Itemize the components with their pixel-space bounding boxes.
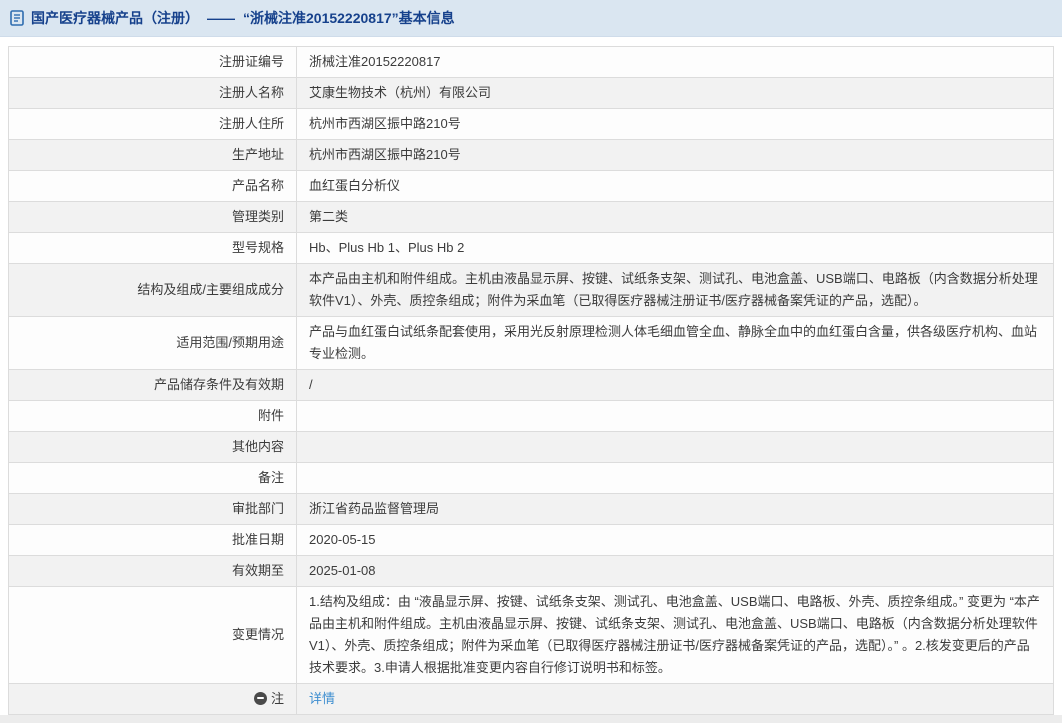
page-header: 国产医疗器械产品（注册） —— “浙械注准20152220817”基本信息 — [0, 0, 1062, 37]
row-label: 审批部门 — [9, 494, 297, 525]
table-row: 结构及组成/主要组成成分本产品由主机和附件组成。主机由液晶显示屏、按键、试纸条支… — [9, 264, 1054, 317]
row-value: 血红蛋白分析仪 — [297, 171, 1054, 202]
title-separator: —— — [207, 10, 235, 26]
row-value: 详情 — [297, 684, 1054, 715]
page-title-left: 国产医疗器械产品（注册） — [31, 10, 199, 26]
table-row: 其他内容 — [9, 432, 1054, 463]
row-value: 杭州市西湖区振中路210号 — [297, 140, 1054, 171]
table-row: 变更情况1.结构及组成：由 “液晶显示屏、按键、试纸条支架、测试孔、电池盒盖、U… — [9, 587, 1054, 684]
row-value: 本产品由主机和附件组成。主机由液晶显示屏、按键、试纸条支架、测试孔、电池盒盖、U… — [297, 264, 1054, 317]
row-value — [297, 463, 1054, 494]
row-label: 产品储存条件及有效期 — [9, 370, 297, 401]
info-table-container: 注册证编号浙械注准20152220817注册人名称艾康生物技术（杭州）有限公司注… — [0, 37, 1062, 715]
row-value: 浙江省药品监督管理局 — [297, 494, 1054, 525]
row-label: 注册人名称 — [9, 78, 297, 109]
table-row: 备注 — [9, 463, 1054, 494]
document-icon — [10, 10, 24, 26]
row-value: 杭州市西湖区振中路210号 — [297, 109, 1054, 140]
detail-link[interactable]: 详情 — [309, 691, 335, 706]
table-row: 批准日期2020-05-15 — [9, 525, 1054, 556]
row-label: 注 — [9, 684, 297, 715]
page-title-right: “浙械注准20152220817”基本信息 — [243, 10, 455, 26]
row-label: 有效期至 — [9, 556, 297, 587]
bottom-strip — [0, 715, 1062, 723]
row-label: 产品名称 — [9, 171, 297, 202]
row-label: 生产地址 — [9, 140, 297, 171]
row-label: 型号规格 — [9, 233, 297, 264]
row-value: 1.结构及组成：由 “液晶显示屏、按键、试纸条支架、测试孔、电池盒盖、USB端口… — [297, 587, 1054, 684]
registration-info-page: 国产医疗器械产品（注册） —— “浙械注准20152220817”基本信息 注册证编… — [0, 0, 1062, 715]
table-row: 产品名称血红蛋白分析仪 — [9, 171, 1054, 202]
table-row: 附件 — [9, 401, 1054, 432]
row-label: 变更情况 — [9, 587, 297, 684]
table-row: 型号规格Hb、Plus Hb 1、Plus Hb 2 — [9, 233, 1054, 264]
row-value: Hb、Plus Hb 1、Plus Hb 2 — [297, 233, 1054, 264]
table-row: 注册人名称艾康生物技术（杭州）有限公司 — [9, 78, 1054, 109]
info-table: 注册证编号浙械注准20152220817注册人名称艾康生物技术（杭州）有限公司注… — [8, 46, 1054, 715]
row-value — [297, 432, 1054, 463]
row-value: 第二类 — [297, 202, 1054, 233]
row-value: / — [297, 370, 1054, 401]
page-title: 国产医疗器械产品（注册） —— “浙械注准20152220817”基本信息 — [31, 8, 455, 28]
row-label: 适用范围/预期用途 — [9, 317, 297, 370]
row-label: 注册人住所 — [9, 109, 297, 140]
row-label: 管理类别 — [9, 202, 297, 233]
row-value: 浙械注准20152220817 — [297, 47, 1054, 78]
row-value — [297, 401, 1054, 432]
table-row: 注册人住所杭州市西湖区振中路210号 — [9, 109, 1054, 140]
row-value: 艾康生物技术（杭州）有限公司 — [297, 78, 1054, 109]
info-table-body: 注册证编号浙械注准20152220817注册人名称艾康生物技术（杭州）有限公司注… — [9, 47, 1054, 715]
row-label: 注册证编号 — [9, 47, 297, 78]
row-value: 产品与血红蛋白试纸条配套使用，采用光反射原理检测人体毛细血管全血、静脉全血中的血… — [297, 317, 1054, 370]
row-label: 结构及组成/主要组成成分 — [9, 264, 297, 317]
table-row: 审批部门浙江省药品监督管理局 — [9, 494, 1054, 525]
table-row: 注详情 — [9, 684, 1054, 715]
note-icon — [254, 692, 267, 705]
table-row: 管理类别第二类 — [9, 202, 1054, 233]
table-row: 产品储存条件及有效期/ — [9, 370, 1054, 401]
row-label: 批准日期 — [9, 525, 297, 556]
table-row: 适用范围/预期用途产品与血红蛋白试纸条配套使用，采用光反射原理检测人体毛细血管全… — [9, 317, 1054, 370]
table-row: 有效期至2025-01-08 — [9, 556, 1054, 587]
table-row: 生产地址杭州市西湖区振中路210号 — [9, 140, 1054, 171]
row-label: 备注 — [9, 463, 297, 494]
row-value: 2025-01-08 — [297, 556, 1054, 587]
row-label: 其他内容 — [9, 432, 297, 463]
table-row: 注册证编号浙械注准20152220817 — [9, 47, 1054, 78]
row-value: 2020-05-15 — [297, 525, 1054, 556]
row-label: 附件 — [9, 401, 297, 432]
